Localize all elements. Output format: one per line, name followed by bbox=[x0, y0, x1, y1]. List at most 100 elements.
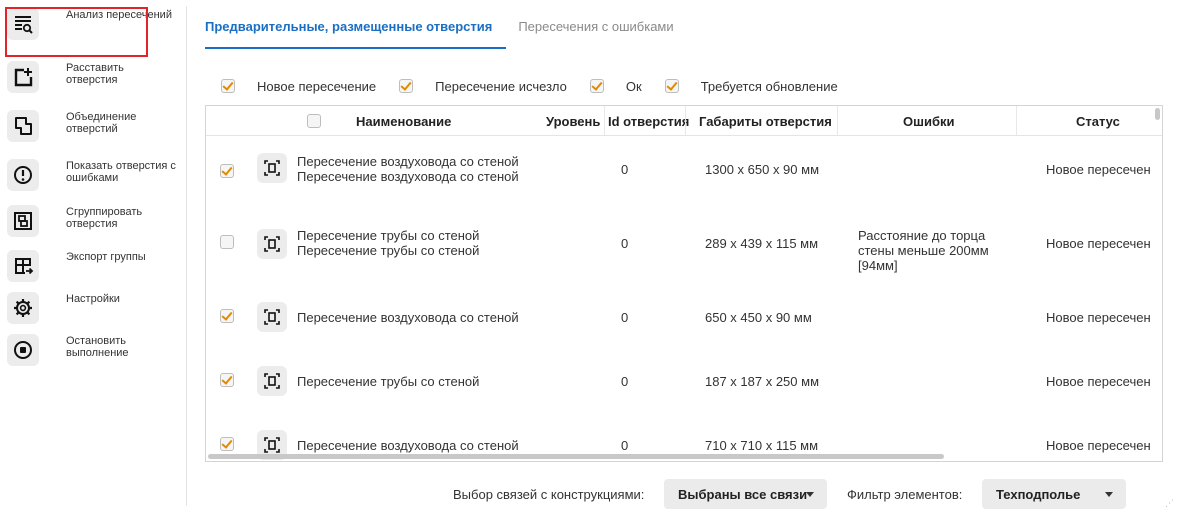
column-header-level[interactable]: Уровень bbox=[546, 114, 600, 129]
sidebar-item-show-errors[interactable]: Показать отверстия с ошибками bbox=[7, 159, 179, 205]
chevron-down-icon bbox=[806, 492, 814, 497]
active-item-outline bbox=[5, 7, 148, 57]
row-status: Новое пересечен bbox=[1046, 162, 1151, 177]
table-row[interactable]: Пересечение воздуховода со стеной Пересе… bbox=[206, 136, 1162, 212]
sidebar-item-settings[interactable]: Настройки bbox=[7, 292, 179, 338]
row-status: Новое пересечен bbox=[1046, 310, 1151, 325]
row-status: Новое пересечен bbox=[1046, 438, 1151, 453]
sidebar-item-label: Показать отверстия с ошибками bbox=[66, 160, 176, 184]
filter-label: Пересечение исчезло bbox=[435, 78, 567, 94]
row-dimensions: 187 х 187 х 250 мм bbox=[705, 374, 820, 389]
row-dimensions: 1300 х 650 х 90 мм bbox=[705, 162, 820, 177]
tab-bar: Предварительные, размещенные отверстия П… bbox=[205, 13, 686, 49]
row-name: Пересечение трубы со стеной bbox=[297, 243, 480, 258]
column-header-dimensions[interactable]: Габариты отверстия bbox=[699, 114, 832, 129]
row-name: Пересечение воздуховода со стеной bbox=[297, 310, 519, 325]
resize-grip-icon[interactable]: ⋰ bbox=[1165, 498, 1174, 509]
row-level: 0 bbox=[621, 374, 629, 389]
filter-label: Новое пересечение bbox=[257, 78, 377, 94]
sidebar-item-place-openings[interactable]: Расставить отверстия bbox=[7, 61, 179, 107]
chevron-down-icon bbox=[1105, 492, 1113, 497]
group-icon bbox=[7, 205, 39, 237]
checkbox[interactable] bbox=[589, 79, 604, 93]
merge-icon bbox=[7, 110, 39, 142]
sidebar: Анализ пересечений Расставить отверстия … bbox=[0, 0, 186, 513]
select-element-icon[interactable] bbox=[257, 366, 287, 396]
filter-intersection-gone[interactable]: Пересечение исчезло bbox=[399, 79, 567, 94]
row-checkbox[interactable] bbox=[220, 164, 234, 178]
horizontal-scrollbar[interactable] bbox=[208, 454, 944, 459]
tab-error-intersections[interactable]: Пересечения с ошибками bbox=[518, 13, 673, 49]
filter-ok[interactable]: Ок bbox=[589, 78, 642, 94]
row-status: Новое пересечен bbox=[1046, 374, 1151, 389]
element-filter-dropdown[interactable]: Техподполье bbox=[982, 479, 1126, 509]
vertical-scrollbar[interactable] bbox=[1155, 108, 1160, 120]
checkbox[interactable] bbox=[399, 79, 414, 93]
sidebar-item-label: Остановить выполнение bbox=[66, 335, 129, 359]
row-level: 0 bbox=[621, 438, 629, 453]
row-status: Новое пересечен bbox=[1046, 236, 1151, 251]
links-selection-label: Выбор связей с конструкциями: bbox=[453, 487, 645, 502]
column-header-opening-id[interactable]: Id отверстия bbox=[608, 114, 689, 129]
checkbox[interactable] bbox=[664, 79, 679, 93]
row-checkbox[interactable] bbox=[220, 373, 234, 387]
row-name: Пересечение трубы со стеной bbox=[297, 228, 480, 243]
sidebar-item-stop[interactable]: Остановить выполнение bbox=[7, 334, 179, 380]
sidebar-item-label: Сгруппировать отверстия bbox=[66, 206, 143, 230]
filter-needs-update[interactable]: Требуется обновление bbox=[664, 78, 838, 94]
row-checkbox[interactable] bbox=[220, 437, 234, 451]
column-separator bbox=[1016, 106, 1017, 135]
filter-label: Требуется обновление bbox=[700, 78, 838, 94]
select-all-checkbox[interactable] bbox=[307, 114, 321, 128]
select-element-icon[interactable] bbox=[257, 229, 287, 259]
sidebar-item-label: Объединение отверстий bbox=[66, 111, 137, 135]
column-header-errors[interactable]: Ошибки bbox=[903, 114, 954, 129]
sidebar-item-label: Экспорт группы bbox=[66, 251, 146, 263]
sidebar-item-label: Настройки bbox=[66, 293, 120, 305]
row-level: 0 bbox=[621, 162, 629, 177]
sidebar-item-export-group[interactable]: Экспорт группы bbox=[7, 250, 179, 296]
row-dimensions: 650 х 450 х 90 мм bbox=[705, 310, 812, 325]
sidebar-item-group-openings[interactable]: Сгруппировать отверстия bbox=[7, 205, 179, 251]
column-separator bbox=[837, 106, 838, 135]
row-dimensions: 289 х 439 х 115 мм bbox=[705, 236, 819, 251]
sidebar-item-label: Расставить отверстия bbox=[66, 62, 124, 86]
column-header-status[interactable]: Статус bbox=[1076, 114, 1120, 129]
column-header-name[interactable]: Наименование bbox=[356, 114, 451, 129]
row-error: [94мм] bbox=[858, 258, 898, 273]
row-checkbox[interactable] bbox=[220, 309, 234, 323]
add-opening-icon bbox=[7, 61, 39, 93]
gear-icon bbox=[7, 292, 39, 324]
table-row[interactable]: Пересечение трубы со стеной Пересечение … bbox=[206, 212, 1162, 288]
sidebar-item-analysis[interactable]: Анализ пересечений bbox=[5, 7, 179, 57]
row-name: Пересечение трубы со стеной bbox=[297, 374, 480, 389]
row-error: Расстояние до торца bbox=[858, 228, 986, 243]
dropdown-value: Техподполье bbox=[996, 486, 1081, 502]
row-name: Пересечение воздуховода со стеной bbox=[297, 438, 519, 453]
select-element-icon[interactable] bbox=[257, 153, 287, 183]
row-checkbox[interactable] bbox=[220, 235, 234, 249]
table-header: Наименование Уровень Id отверстия Габари… bbox=[206, 106, 1162, 136]
row-level: 0 bbox=[621, 236, 629, 251]
checkbox[interactable] bbox=[221, 79, 235, 93]
row-name: Пересечение воздуховода со стеной bbox=[297, 169, 519, 184]
sidebar-item-merge-openings[interactable]: Объединение отверстий bbox=[7, 110, 179, 156]
row-error: стены меньше 200мм bbox=[858, 243, 989, 258]
row-level: 0 bbox=[621, 310, 629, 325]
column-separator bbox=[685, 106, 686, 135]
status-filters: Новое пересечение Пересечение исчезло Ок… bbox=[221, 76, 861, 96]
dropdown-value: Выбраны все связи bbox=[678, 486, 808, 502]
select-element-icon[interactable] bbox=[257, 302, 287, 332]
links-selection-dropdown[interactable]: Выбраны все связи bbox=[664, 479, 827, 509]
stop-icon bbox=[7, 334, 39, 366]
element-filter-label: Фильтр элементов: bbox=[847, 487, 963, 502]
filter-new-intersection[interactable]: Новое пересечение bbox=[221, 79, 376, 94]
row-dimensions: 710 х 710 х 115 мм bbox=[705, 438, 819, 453]
export-icon bbox=[7, 250, 39, 282]
tab-preliminary-openings[interactable]: Предварительные, размещенные отверстия bbox=[205, 13, 507, 49]
row-name: Пересечение воздуховода со стеной bbox=[297, 154, 519, 169]
filter-label: Ок bbox=[625, 78, 642, 94]
error-icon bbox=[7, 159, 39, 191]
openings-table: Наименование Уровень Id отверстия Габари… bbox=[205, 105, 1163, 462]
sidebar-divider bbox=[186, 6, 187, 506]
